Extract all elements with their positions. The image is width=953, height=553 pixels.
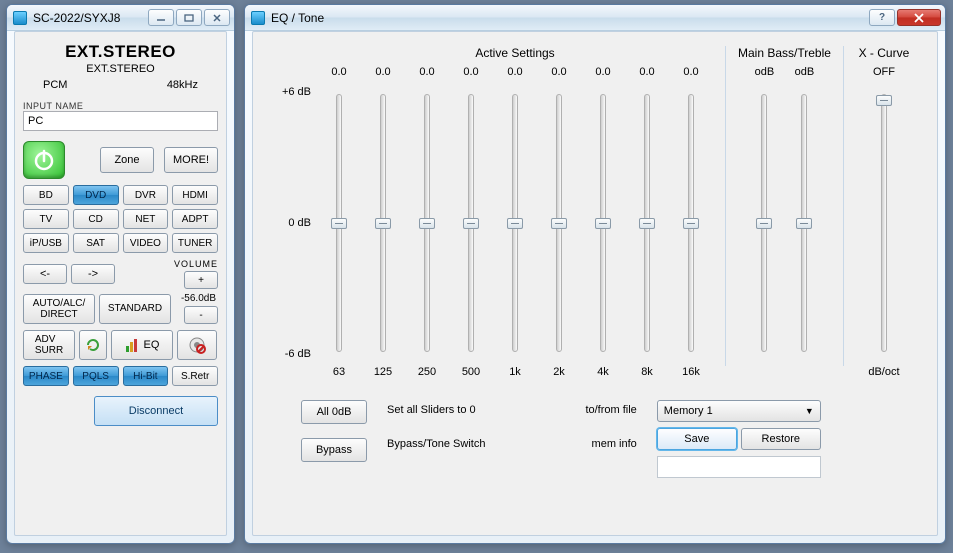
eq-value-125: 0.0 (361, 66, 405, 82)
display-rate: 48kHz (167, 79, 198, 91)
eq-button[interactable]: EQ (111, 330, 173, 360)
equalizer-icon (125, 338, 141, 352)
toggle-phase-button[interactable]: PHASE (23, 366, 69, 386)
eq-band-label-8k: 8k (625, 366, 669, 378)
all-0db-desc: Set all Sliders to 0 (387, 404, 485, 416)
titlebar-left[interactable]: SC-2022/SYXJ8 (7, 5, 234, 31)
close-button-left[interactable] (204, 9, 230, 26)
input-bd-button[interactable]: BD (23, 185, 69, 205)
power-button[interactable] (23, 141, 65, 179)
zone-button[interactable]: Zone (100, 147, 154, 173)
toggle-hibit-button[interactable]: Hi-Bit (123, 366, 169, 386)
stop-button[interactable] (177, 330, 217, 360)
toggle-pqls-button[interactable]: PQLS (73, 366, 119, 386)
input-tv-button[interactable]: TV (23, 209, 69, 229)
save-button[interactable]: Save (657, 428, 737, 450)
main-control-window: SC-2022/SYXJ8 EXT.STEREO EXT.STEREO PCM … (6, 4, 235, 544)
titlebar-right[interactable]: EQ / Tone ? (245, 5, 945, 31)
bypass-button[interactable]: Bypass (301, 438, 367, 462)
restore-button[interactable]: Restore (741, 428, 821, 450)
eq-slider-8k[interactable] (639, 218, 655, 229)
eq-band-label-500: 500 (449, 366, 493, 378)
eq-slider-500[interactable] (463, 218, 479, 229)
help-button[interactable]: ? (869, 9, 895, 26)
bass-slider[interactable] (756, 218, 772, 229)
auto-alc-direct-button[interactable]: AUTO/ALC/ DIRECT (23, 294, 95, 324)
adv-surr-button[interactable]: ADV SURR (23, 330, 75, 360)
volume-label: VOLUME (174, 259, 218, 269)
meminfo-label: mem info (592, 438, 637, 450)
input-ipusb-button[interactable]: iP/USB (23, 233, 69, 253)
volume-value: -56.0dB (179, 293, 218, 304)
input-dvd-button[interactable]: DVD (73, 185, 119, 205)
eq-tone-window: EQ / Tone ? Active Settings 0.00.00.00.0… (244, 4, 946, 544)
chevron-down-icon: ▼ (805, 406, 814, 416)
eq-value-4k: 0.0 (581, 66, 625, 82)
tofrom-label: to/from file (585, 404, 636, 416)
input-net-button[interactable]: NET (123, 209, 169, 229)
nav-next-button[interactable]: -> (71, 264, 115, 284)
bypass-desc: Bypass/Tone Switch (387, 438, 485, 450)
display-sub: EXT.STEREO (23, 63, 218, 75)
input-cd-button[interactable]: CD (73, 209, 119, 229)
display-main: EXT.STEREO (23, 42, 218, 62)
eq-band-label-2k: 2k (537, 366, 581, 378)
toggle-sretr-button[interactable]: S.Retr (172, 366, 218, 386)
maximize-button[interactable] (176, 9, 202, 26)
eq-value-250: 0.0 (405, 66, 449, 82)
disconnect-button[interactable]: Disconnect (94, 396, 218, 426)
tone-group: Main Bass/Treble odB odB (738, 46, 831, 378)
input-name-field[interactable] (23, 111, 218, 131)
eq-band-label-63: 63 (317, 366, 361, 378)
display-format: PCM (43, 79, 67, 91)
eq-slider-4k[interactable] (595, 218, 611, 229)
app-icon (251, 11, 265, 25)
eq-value-8k: 0.0 (625, 66, 669, 82)
input-sat-button[interactable]: SAT (73, 233, 119, 253)
eq-band-label-250: 250 (405, 366, 449, 378)
input-dvr-button[interactable]: DVR (123, 185, 169, 205)
eq-value-500: 0.0 (449, 66, 493, 82)
eq-band-label-4k: 4k (581, 366, 625, 378)
xcurve-group: X - Curve OFF dB/oct (856, 46, 912, 378)
nav-prev-button[interactable]: <- (23, 264, 67, 284)
standard-button[interactable]: STANDARD (99, 294, 171, 324)
input-name-label: INPUT NAME (23, 101, 218, 111)
volume-down-button[interactable]: - (184, 306, 218, 324)
window-title-right: EQ / Tone (271, 11, 324, 25)
more-button[interactable]: MORE! (164, 147, 218, 173)
refresh-button[interactable] (79, 330, 107, 360)
input-adpt-button[interactable]: ADPT (172, 209, 218, 229)
volume-up-button[interactable]: + (184, 271, 218, 289)
eq-slider-250[interactable] (419, 218, 435, 229)
eq-active-group: Active Settings 0.00.00.00.00.00.00.00.0… (317, 46, 713, 378)
all-0db-button[interactable]: All 0dB (301, 400, 367, 424)
memory-select[interactable]: Memory 1▼ (657, 400, 821, 422)
db-scale-labels: +6 dB 0 dB -6 dB (275, 86, 311, 360)
input-tuner-button[interactable]: TUNER (172, 233, 218, 253)
input-video-button[interactable]: VIDEO (123, 233, 169, 253)
eq-slider-1k[interactable] (507, 218, 523, 229)
eq-value-1k: 0.0 (493, 66, 537, 82)
eq-band-label-125: 125 (361, 366, 405, 378)
treble-slider[interactable] (796, 218, 812, 229)
meminfo-field[interactable] (657, 456, 821, 478)
eq-slider-2k[interactable] (551, 218, 567, 229)
close-button-right[interactable] (897, 9, 941, 26)
eq-value-16k: 0.0 (669, 66, 713, 82)
eq-band-label-1k: 1k (493, 366, 537, 378)
eq-slider-16k[interactable] (683, 218, 699, 229)
eq-slider-125[interactable] (375, 218, 391, 229)
minimize-button[interactable] (148, 9, 174, 26)
xcurve-slider[interactable] (876, 95, 892, 106)
window-title-left: SC-2022/SYXJ8 (33, 11, 120, 25)
eq-band-label-16k: 16k (669, 366, 713, 378)
eq-value-2k: 0.0 (537, 66, 581, 82)
eq-slider-63[interactable] (331, 218, 347, 229)
input-hdmi-button[interactable]: HDMI (172, 185, 218, 205)
eq-value-63: 0.0 (317, 66, 361, 82)
app-icon (13, 11, 27, 25)
